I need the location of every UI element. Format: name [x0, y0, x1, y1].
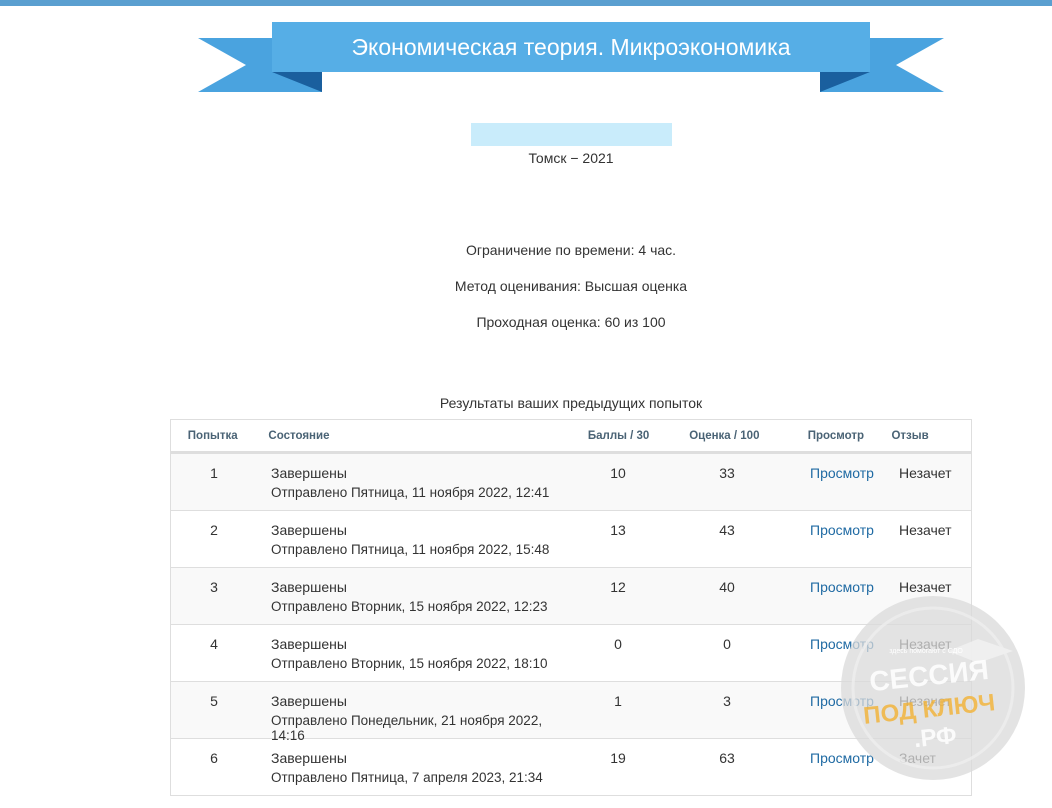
review-cell: Просмотр: [795, 739, 889, 795]
state-label: Завершены: [271, 750, 347, 766]
table-header: Попытка Состояние Баллы / 30 Оценка / 10…: [171, 420, 971, 453]
attempt-number: 1: [210, 465, 218, 481]
attempt-points: 1: [614, 693, 622, 709]
attempt-grade: 63: [719, 750, 735, 766]
attempt-feedback: Незачет: [899, 522, 952, 538]
attempt-state: Завершены Отправлено Пятница, 11 ноября 2…: [257, 511, 577, 567]
col-header-points: Баллы / 30: [587, 429, 650, 442]
table-row: 3 Завершены Отправлено Вторник, 15 ноября…: [171, 567, 971, 624]
submitted-time: Отправлено Пятница, 11 ноября 2022, 15:4…: [271, 542, 550, 557]
title-ribbon: Экономическая теория. Микроэкономика: [198, 22, 944, 94]
review-link[interactable]: Просмотр: [810, 579, 874, 595]
time-limit-text: Ограничение по времени: 4 час.: [465, 242, 677, 258]
attempt-points: 19: [610, 750, 626, 766]
attempt-grade: 0: [723, 636, 731, 652]
review-link[interactable]: Просмотр: [810, 522, 874, 538]
review-cell: Просмотр: [795, 454, 889, 510]
col-header-grade: Оценка / 100: [689, 429, 760, 442]
attempt-state: Завершены Отправлено Пятница, 11 ноября 2…: [257, 454, 577, 510]
table-row: 1 Завершены Отправлено Пятница, 11 ноября…: [171, 453, 971, 510]
attempt-points: 10: [610, 465, 626, 481]
col-header-state: Состояние: [268, 429, 330, 442]
review-cell: Просмотр: [795, 625, 889, 681]
submitted-time: Отправлено Пятница, 7 апреля 2023, 21:34: [271, 770, 543, 785]
attempt-points: 13: [610, 522, 626, 538]
submitted-time: Отправлено Вторник, 15 ноября 2022, 12:2…: [271, 599, 548, 614]
pass-grade-text: Проходная оценка: 60 из 100: [476, 314, 666, 330]
review-link[interactable]: Просмотр: [810, 636, 874, 652]
attempt-number: 5: [210, 693, 218, 709]
review-link[interactable]: Просмотр: [810, 693, 874, 709]
state-label: Завершены: [271, 465, 347, 481]
course-title: Экономическая теория. Микроэкономика: [351, 33, 791, 60]
attempt-feedback: Незачет: [899, 636, 952, 652]
attempt-grade: 33: [719, 465, 735, 481]
review-link[interactable]: Просмотр: [810, 465, 874, 481]
col-header-review: Просмотр: [807, 429, 865, 442]
grading-method-text: Метод оценивания: Высшая оценка: [454, 278, 688, 294]
attempt-points: 0: [614, 636, 622, 652]
state-label: Завершены: [271, 693, 347, 709]
review-cell: Просмотр: [795, 682, 889, 738]
col-header-attempt: Попытка: [187, 429, 238, 442]
attempt-feedback: Зачет: [899, 750, 936, 766]
redacted-name-field: [471, 123, 672, 146]
attempt-state: Завершены Отправлено Понедельник, 21 нояб…: [257, 682, 577, 743]
attempts-table: Попытка Состояние Баллы / 30 Оценка / 10…: [170, 419, 972, 796]
results-heading: Результаты ваших предыдущих попыток: [439, 395, 703, 411]
table-row: 2 Завершены Отправлено Пятница, 11 ноября…: [171, 510, 971, 567]
submitted-time: Отправлено Пятница, 11 ноября 2022, 12:4…: [271, 485, 550, 500]
attempt-number: 3: [210, 579, 218, 595]
table-row: 6 Завершены Отправлено Пятница, 7 апреля …: [171, 738, 971, 795]
state-label: Завершены: [271, 522, 347, 538]
attempt-number: 4: [210, 636, 218, 652]
attempt-feedback: Незачет: [899, 579, 952, 595]
table-row: 4 Завершены Отправлено Вторник, 15 ноября…: [171, 624, 971, 681]
col-header-feedback: Отзыв: [891, 429, 929, 442]
submitted-time: Отправлено Вторник, 15 ноября 2022, 18:1…: [271, 656, 548, 671]
city-year-label: Томск − 2021: [528, 150, 614, 166]
attempt-grade: 43: [719, 522, 735, 538]
attempt-state: Завершены Отправлено Пятница, 7 апреля 20…: [257, 739, 577, 795]
attempt-number: 6: [210, 750, 218, 766]
review-cell: Просмотр: [795, 568, 889, 624]
attempt-feedback: Незачет: [899, 465, 952, 481]
attempt-grade: 3: [723, 693, 731, 709]
table-row: 5 Завершены Отправлено Понедельник, 21 но…: [171, 681, 971, 743]
attempt-feedback: Незачет: [899, 693, 952, 709]
attempt-points: 12: [610, 579, 626, 595]
attempt-state: Завершены Отправлено Вторник, 15 ноября 2…: [257, 625, 577, 681]
attempt-grade: 40: [719, 579, 735, 595]
review-link[interactable]: Просмотр: [810, 750, 874, 766]
attempt-number: 2: [210, 522, 218, 538]
state-label: Завершены: [271, 636, 347, 652]
review-cell: Просмотр: [795, 511, 889, 567]
state-label: Завершены: [271, 579, 347, 595]
attempt-state: Завершены Отправлено Вторник, 15 ноября 2…: [257, 568, 577, 624]
top-accent-bar: [0, 0, 1052, 6]
